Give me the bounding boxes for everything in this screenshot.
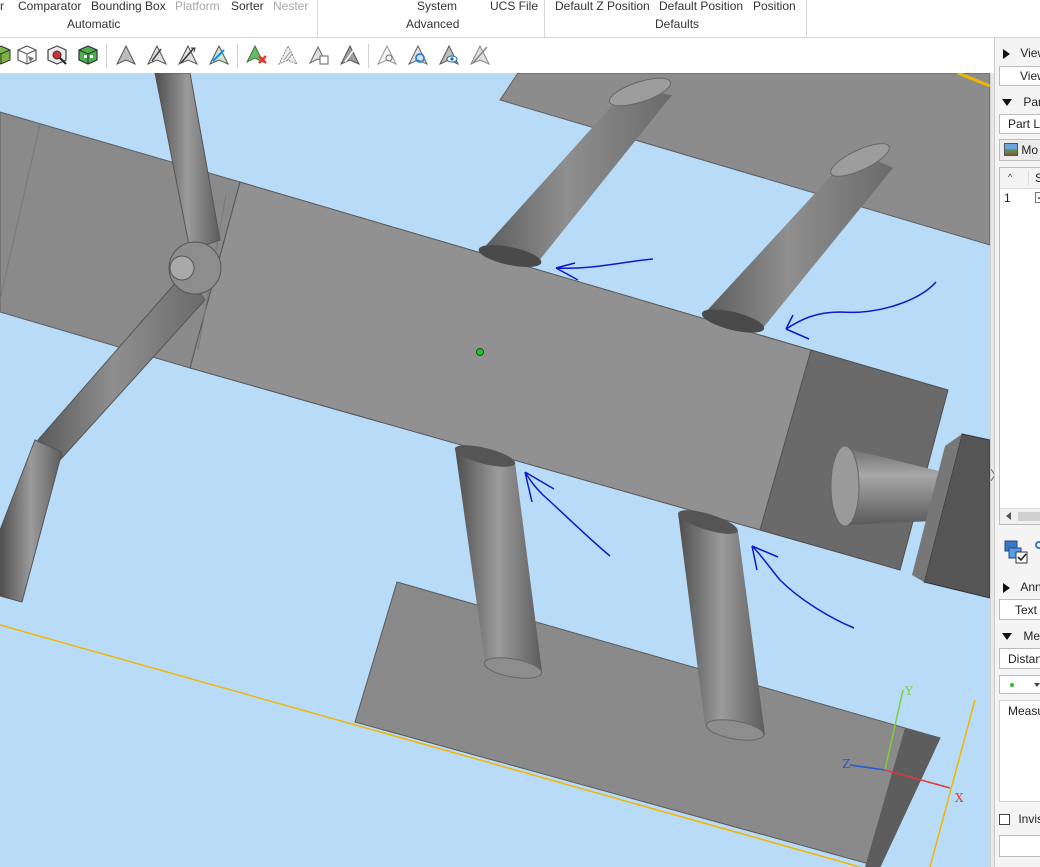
invisible-option[interactable]: Invis — [999, 812, 1040, 826]
point-select-dropdown[interactable] — [999, 675, 1040, 694]
invisible-checkbox[interactable] — [999, 814, 1010, 825]
toolbar-separator — [237, 44, 238, 68]
ghost-arrow-icon[interactable] — [374, 42, 400, 68]
side-panel: View View Part Part Li Mo ^ Se 1 ✓ Ann T… — [994, 38, 1040, 867]
measure-field: Measu — [999, 700, 1040, 802]
axis-label-x: X — [955, 791, 964, 805]
ribbon-item-r[interactable]: r — [0, 0, 4, 13]
solid-arrow-icon[interactable] — [337, 42, 363, 68]
part-section-header[interactable]: Part — [1002, 95, 1040, 109]
toolbar-separator — [106, 44, 107, 68]
axis-label-y: Y — [905, 684, 913, 698]
model-button-label: Mo — [1021, 143, 1039, 157]
annotation-section-header[interactable]: Ann — [1003, 580, 1040, 594]
expand-triangle-icon[interactable] — [1003, 582, 1010, 593]
scroll-left-icon[interactable] — [1006, 512, 1011, 520]
mirror-arrow-icon[interactable] — [175, 42, 201, 68]
row-number: 1 — [1004, 191, 1011, 205]
row-checkbox[interactable]: ✓ — [1035, 192, 1040, 203]
measure-section-header[interactable]: Me — [1002, 629, 1040, 643]
hatched-arrow-icon[interactable] — [275, 42, 301, 68]
comparator-button[interactable]: Comparator — [18, 0, 81, 13]
ribbon-group-label-advanced: Advanced — [406, 17, 460, 31]
scroll-thumb[interactable] — [1018, 512, 1040, 521]
tab-distance[interactable]: Distan — [999, 648, 1040, 669]
part-cube-icon[interactable] — [0, 42, 14, 68]
view-button[interactable]: View — [999, 66, 1040, 86]
sort-caret-icon[interactable]: ^ — [1008, 172, 1012, 182]
toolbar-separator — [368, 44, 369, 68]
toolbar — [0, 38, 993, 74]
ucs-file-button[interactable]: UCS File — [490, 0, 538, 13]
visibility-arrow-icon[interactable] — [436, 42, 462, 68]
transform-arrow-icon[interactable] — [206, 42, 232, 68]
ribbon-group-advanced: System UCS File Advanced — [318, 0, 544, 37]
rotate-arrow-icon[interactable] — [144, 42, 170, 68]
dropdown-arrow-icon[interactable] — [1034, 683, 1040, 687]
delete-arrow-icon[interactable] — [244, 42, 270, 68]
default-position-button[interactable]: Default Position — [659, 0, 743, 13]
view-section-label: View — [1020, 46, 1040, 60]
copy-arrow-icon[interactable] — [306, 42, 332, 68]
annotation-section-label: Ann — [1020, 580, 1040, 594]
table-header: ^ Se — [1000, 168, 1040, 189]
model-button[interactable]: Mo — [999, 139, 1040, 161]
ribbon-separator — [806, 0, 807, 37]
bounding-box-button[interactable]: Bounding Box — [91, 0, 166, 13]
position-button[interactable]: Position — [753, 0, 796, 13]
part-section-label: Part — [1023, 95, 1040, 109]
sync-arrow-icon[interactable] — [405, 42, 431, 68]
measure-section-label: Me — [1023, 629, 1040, 643]
default-z-position-button[interactable]: Default Z Position — [555, 0, 650, 13]
collapse-triangle-icon[interactable] — [1002, 99, 1012, 107]
scene-graphic — [0, 73, 990, 867]
ribbon-group-defaults: Default Z Position Default Position Posi… — [545, 0, 807, 37]
table-row[interactable]: 1 ✓ — [1000, 189, 1040, 207]
expand-triangle-icon[interactable] — [1003, 48, 1010, 59]
nester-button[interactable]: Nester — [273, 0, 308, 13]
column-header-select[interactable]: Se — [1028, 171, 1040, 185]
invisible-label: Invis — [1018, 812, 1040, 826]
cube-green-icon[interactable] — [75, 42, 101, 68]
ribbon-group-label-defaults: Defaults — [655, 17, 700, 31]
move-arrow-icon[interactable] — [113, 42, 139, 68]
system-button[interactable]: System — [417, 0, 457, 13]
3d-viewport[interactable]: Y X Z — [0, 73, 990, 867]
ribbon-group-label-automatic: Automatic — [67, 17, 121, 31]
point-dot-icon — [1010, 683, 1014, 687]
platform-button[interactable]: Platform — [175, 0, 220, 13]
eye-icon[interactable] — [1035, 541, 1040, 549]
ribbon-group-automatic: r Comparator Bounding Box Platform Sorte… — [0, 0, 317, 37]
cube-red-mark-icon[interactable] — [44, 42, 70, 68]
collapse-triangle-icon[interactable] — [1002, 633, 1012, 641]
ribbon: r Comparator Bounding Box Platform Sorte… — [0, 0, 1040, 38]
wireframe-cube-icon[interactable] — [14, 42, 40, 68]
horizontal-scrollbar[interactable] — [1000, 508, 1040, 524]
axis-label-z: Z — [842, 757, 851, 771]
part-table: ^ Se 1 ✓ — [999, 167, 1040, 525]
hidden-arrow-icon[interactable] — [467, 42, 493, 68]
bottom-input[interactable] — [999, 835, 1040, 857]
view-section-header[interactable]: View — [1003, 46, 1040, 60]
sorter-button[interactable]: Sorter — [231, 0, 264, 13]
tree-view-toggle-icon[interactable] — [1003, 538, 1029, 564]
text-button[interactable]: Text — [999, 599, 1040, 620]
tab-part-list[interactable]: Part Li — [999, 114, 1040, 134]
model-picture-icon — [1004, 143, 1018, 156]
